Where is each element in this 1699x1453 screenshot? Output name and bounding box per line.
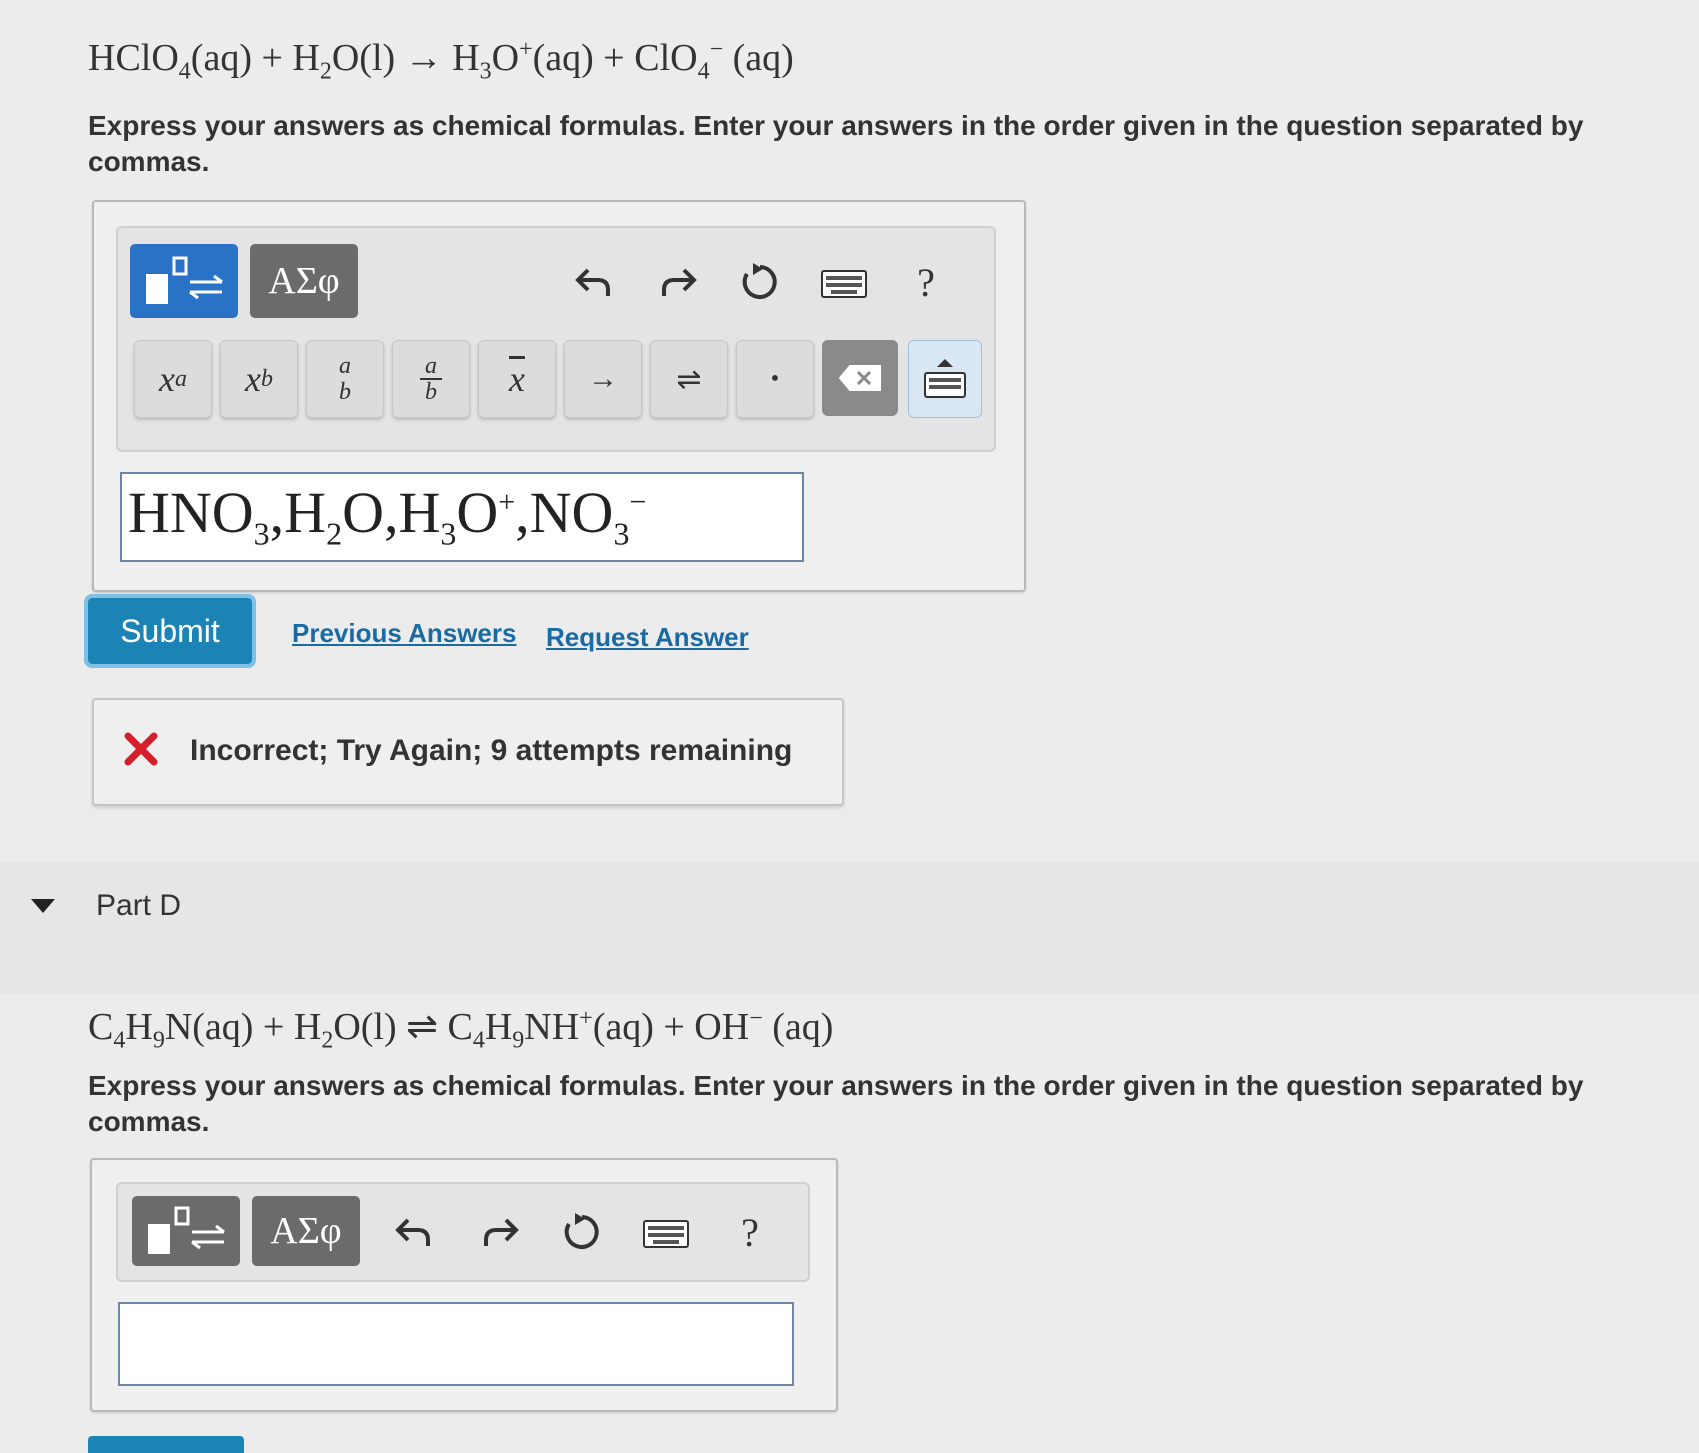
undo-button[interactable] (386, 1204, 442, 1260)
redo-button[interactable] (650, 254, 706, 310)
error-x-icon (124, 732, 158, 766)
keyboard-icon (821, 270, 867, 298)
feedback-box: Incorrect; Try Again; 9 attempts remaini… (92, 698, 844, 806)
partc-answer-box: ΑΣφ ? x a x b a b a b x → ⇌ • HNO3,H2O,H… (92, 200, 1026, 592)
fraction-key[interactable]: a b (392, 340, 470, 418)
request-answer-link[interactable]: Request Answer (546, 622, 749, 653)
subscript-key[interactable]: xb (220, 340, 298, 418)
partd-answer-box: ΑΣφ ? (90, 1158, 838, 1412)
partd-header[interactable]: Part D (0, 862, 1699, 994)
template-icon (146, 256, 223, 304)
partd-instructions: Express your answers as chemical formula… (88, 1070, 1584, 1137)
partc-toolbar: ΑΣφ ? x a x b a b a b x → ⇌ • (116, 226, 996, 452)
partd-answer-input[interactable] (118, 1302, 794, 1386)
redo-icon (662, 268, 697, 296)
partc-instructions: Express your answers as chemical formula… (88, 110, 1584, 177)
caret-down-icon[interactable] (30, 898, 56, 914)
undo-icon (395, 1218, 430, 1246)
overbar-key[interactable]: x (478, 340, 556, 418)
partc-answer-value: HNO3,H2O,H3O+,NO3− (128, 480, 647, 552)
undo-button[interactable] (566, 254, 622, 310)
backspace-key[interactable] (822, 340, 898, 416)
partd-toolbar: ΑΣφ ? (116, 1182, 810, 1282)
partd-submit-button[interactable] (88, 1436, 244, 1453)
reset-icon (742, 263, 777, 299)
greek-symbols-button[interactable]: ΑΣφ (252, 1196, 360, 1266)
dot-key[interactable]: • (736, 340, 814, 418)
previous-answers-link[interactable]: Previous Answers (292, 618, 516, 649)
reaction-arrow-key[interactable]: → (564, 340, 642, 418)
template-button[interactable] (130, 244, 238, 318)
partc-answer-input[interactable]: HNO3,H2O,H3O+,NO3− (120, 472, 804, 562)
superscript-key[interactable]: xa (134, 340, 212, 418)
template-button[interactable] (132, 1196, 240, 1266)
template-icon (148, 1206, 225, 1254)
feedback-text: Incorrect; Try Again; 9 attempts remaini… (190, 734, 793, 767)
help-button[interactable]: ? (898, 254, 954, 310)
reset-button[interactable] (732, 254, 788, 310)
keyboard-button[interactable] (634, 1206, 698, 1262)
redo-icon (484, 1218, 519, 1246)
partd-title: Part D (96, 889, 182, 922)
submit-button[interactable]: Submit (84, 594, 256, 668)
keyboard-icon (643, 1220, 689, 1248)
backspace-icon (838, 365, 881, 391)
partc-equation: HClO4(aq) + H2O(l) → H3O+(aq) + ClO4− (a… (88, 36, 794, 85)
greek-symbols-button[interactable]: ΑΣφ (250, 244, 358, 318)
redo-button[interactable] (472, 1204, 528, 1260)
keyboard-toggle-key[interactable] (908, 340, 982, 418)
undo-icon (575, 268, 610, 296)
reset-icon (564, 1213, 599, 1249)
keyboard-button[interactable] (812, 256, 876, 312)
reset-button[interactable] (554, 1204, 610, 1260)
help-button[interactable]: ? (722, 1204, 778, 1260)
partd-equation: C4H9N(aq) + H2O(l) ⇌ C4H9NH+(aq) + OH− (… (88, 1005, 834, 1054)
keyboard-up-icon (924, 359, 966, 398)
stacked-key[interactable]: a b (306, 340, 384, 418)
equilibrium-arrow-key[interactable]: ⇌ (650, 340, 728, 418)
